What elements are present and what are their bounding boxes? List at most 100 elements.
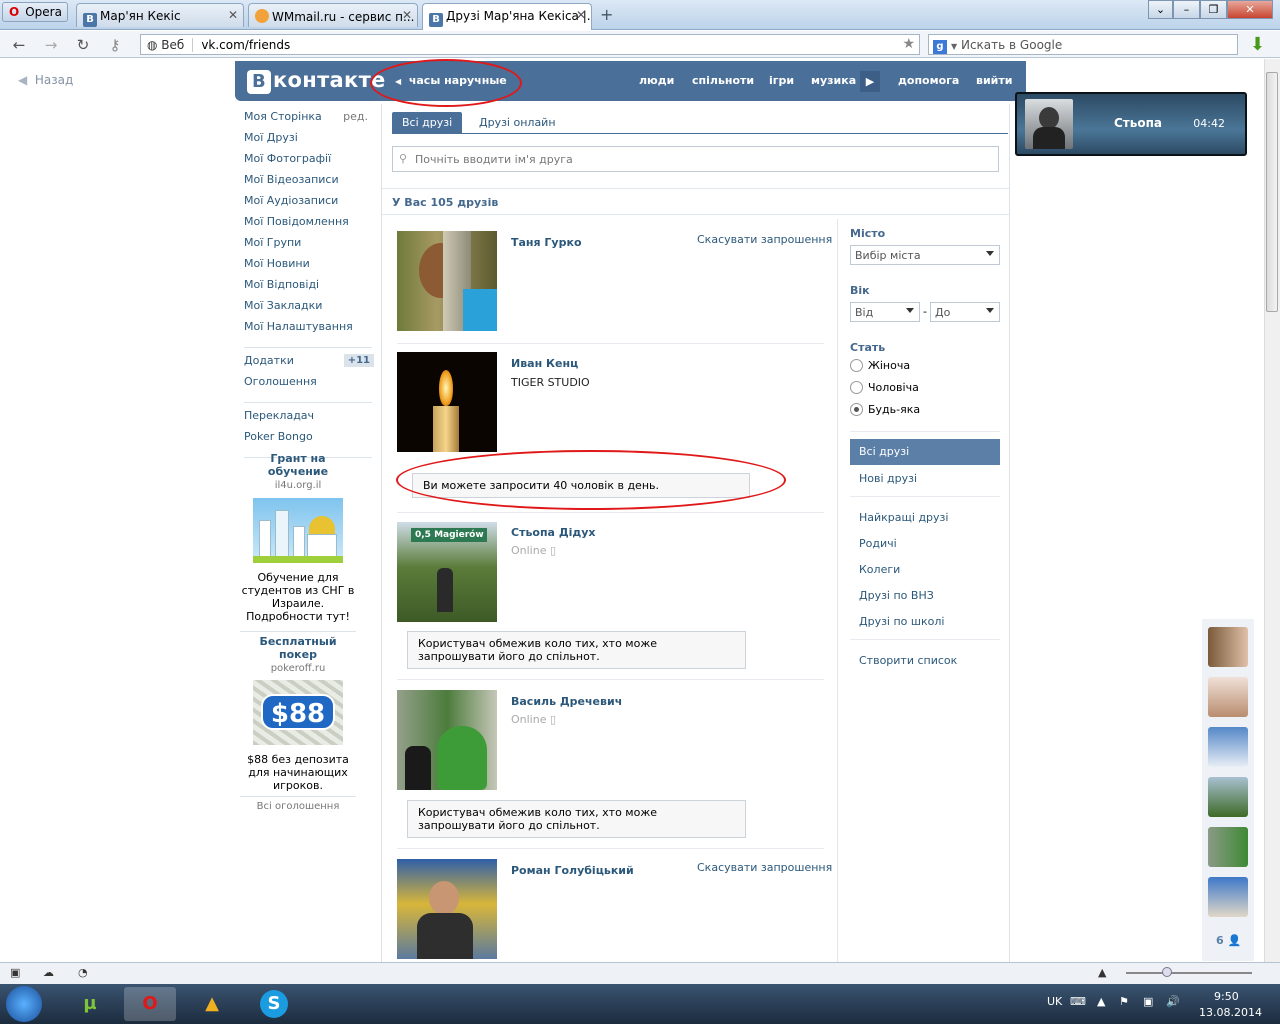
friend-name[interactable]: Роман Голубіцький bbox=[511, 864, 634, 877]
cancel-invite-link[interactable]: Скасувати запрошення bbox=[697, 233, 832, 246]
tab-all-friends[interactable]: Всі друзі bbox=[392, 112, 463, 134]
ad-text[interactable]: Обучение для студентов из СНГ в Израиле.… bbox=[240, 571, 356, 623]
ad-poker[interactable]: Бесплатный покер pokeroff.ru $88 $88 без… bbox=[240, 635, 356, 792]
friend-name[interactable]: Василь Дречевич bbox=[511, 695, 622, 708]
restore-button[interactable]: ❐ bbox=[1200, 0, 1227, 19]
create-list-link[interactable]: Створити список bbox=[859, 654, 957, 667]
start-button[interactable] bbox=[6, 986, 42, 1022]
age-from-select[interactable]: Від bbox=[850, 302, 920, 322]
scrollbar-thumb[interactable] bbox=[1266, 72, 1278, 312]
all-ads-link[interactable]: Всі оголошення bbox=[240, 801, 356, 812]
browser-tab-3[interactable]: В Друзі Мар'яна Кекіса |... ✕ bbox=[422, 3, 592, 30]
nav-help[interactable]: допомога bbox=[898, 74, 959, 87]
list-best-friends[interactable]: Найкращі друзі bbox=[859, 511, 948, 524]
sex-any-radio[interactable]: Будь-яка bbox=[850, 403, 920, 416]
chevron-down-icon[interactable]: ▼ bbox=[951, 42, 957, 51]
menu-poker-bongo[interactable]: Poker Bongo bbox=[244, 430, 374, 451]
list-new-friends[interactable]: Нові друзі bbox=[859, 472, 917, 485]
reload-icon[interactable]: ↻ bbox=[74, 36, 92, 54]
flag-icon[interactable]: ⚑ bbox=[1119, 995, 1129, 1008]
list-relatives[interactable]: Родичі bbox=[859, 537, 897, 550]
menu-translator[interactable]: Перекладач bbox=[244, 409, 374, 430]
keyboard-icon[interactable]: ⌨ bbox=[1070, 995, 1086, 1008]
online-friend-avatar[interactable] bbox=[1208, 777, 1248, 817]
cancel-invite-link[interactable]: Скасувати запрошення bbox=[697, 861, 832, 874]
ad-money-image[interactable]: $88 bbox=[253, 680, 343, 745]
friend-photo[interactable] bbox=[397, 231, 497, 331]
clock-time[interactable]: 9:50 bbox=[1214, 990, 1239, 1003]
age-to-select[interactable]: До bbox=[930, 302, 1000, 322]
city-select[interactable]: Вибір міста bbox=[850, 245, 1000, 265]
back-link[interactable]: ◀ Назад bbox=[18, 73, 73, 87]
tab-list-button[interactable]: ⌄ bbox=[1148, 0, 1173, 19]
nav-communities[interactable]: спільноти bbox=[692, 74, 754, 87]
list-colleagues[interactable]: Колеги bbox=[859, 563, 900, 576]
ad-text[interactable]: $88 без депозита для начинающих игроков. bbox=[240, 753, 356, 792]
view-icon[interactable]: ▲ bbox=[1098, 966, 1106, 979]
browser-tab-2[interactable]: WMmail.ru - сервис п... ✕ bbox=[248, 3, 418, 27]
menu-my-answers[interactable]: Мої Відповіді bbox=[244, 278, 374, 299]
online-notification-popup[interactable]: Стьопа 04:42 bbox=[1015, 92, 1247, 156]
menu-my-photos[interactable]: Мої Фотографії bbox=[244, 152, 374, 173]
tab-friends-online[interactable]: Друзі онлайн bbox=[469, 112, 566, 134]
menu-my-bookmarks[interactable]: Мої Закладки bbox=[244, 299, 374, 320]
nav-more-arrow-icon[interactable]: ▶ bbox=[860, 71, 880, 92]
menu-my-videos[interactable]: Мої Відеозаписи bbox=[244, 173, 374, 194]
menu-my-page[interactable]: Моя Сторінка ред. bbox=[244, 110, 374, 131]
menu-my-friends[interactable]: Мої Друзі bbox=[244, 131, 374, 152]
address-bar[interactable]: ◍ Веб vk.com/friends ★ bbox=[140, 34, 920, 55]
browser-tab-1[interactable]: В Мар'ян Кекіс ✕ bbox=[76, 3, 244, 27]
minimize-button[interactable]: – bbox=[1173, 0, 1200, 19]
menu-my-news[interactable]: Мої Новини bbox=[244, 257, 374, 278]
list-school-friends[interactable]: Друзі по школі bbox=[859, 615, 944, 628]
edit-link[interactable]: ред. bbox=[343, 110, 368, 123]
online-friend-avatar[interactable] bbox=[1208, 827, 1248, 867]
bookmark-star-icon[interactable]: ★ bbox=[902, 36, 915, 52]
back-arrow-icon[interactable]: ← bbox=[10, 36, 28, 54]
close-tab-icon[interactable]: ✕ bbox=[402, 8, 412, 22]
volume-icon[interactable]: 🔊 bbox=[1166, 995, 1180, 1008]
ad-title[interactable]: Грант на обучение bbox=[240, 452, 356, 478]
online-friend-avatar[interactable] bbox=[1208, 877, 1248, 917]
friend-name[interactable]: Иван Кенц bbox=[511, 357, 578, 370]
clock-date[interactable]: 13.08.2014 bbox=[1199, 1006, 1262, 1019]
online-friend-avatar[interactable] bbox=[1208, 627, 1248, 667]
friend-name[interactable]: Стьопа Дідух bbox=[511, 526, 596, 539]
utorrent-icon[interactable]: µ bbox=[64, 987, 116, 1021]
nav-games[interactable]: ігри bbox=[769, 74, 794, 87]
menu-my-messages[interactable]: Мої Повідомлення bbox=[244, 215, 374, 236]
list-university-friends[interactable]: Друзі по ВНЗ bbox=[859, 589, 934, 602]
download-icon[interactable]: ⬇ bbox=[1250, 34, 1265, 55]
sex-female-radio[interactable]: Жіноча bbox=[850, 359, 910, 372]
forward-arrow-icon[interactable]: → bbox=[42, 36, 60, 54]
menu-my-groups[interactable]: Мої Групи bbox=[244, 236, 374, 257]
list-all-friends[interactable]: Всі друзі bbox=[850, 439, 1000, 465]
nav-music[interactable]: музика bbox=[811, 74, 856, 87]
key-icon[interactable]: ⚷ bbox=[106, 36, 124, 54]
close-tab-icon[interactable]: ✕ bbox=[576, 8, 586, 22]
ad-title[interactable]: Бесплатный покер bbox=[240, 635, 356, 661]
panel-toggle-icon[interactable]: ▣ bbox=[10, 966, 20, 979]
ad-city-image[interactable] bbox=[253, 498, 343, 563]
close-window-button[interactable]: ✕ bbox=[1227, 0, 1273, 19]
friend-photo[interactable] bbox=[397, 859, 497, 959]
menu-my-audio[interactable]: Мої Аудіозаписи bbox=[244, 194, 374, 215]
opera-taskbar-icon[interactable]: O bbox=[124, 987, 176, 1021]
aimp-icon[interactable]: ▲ bbox=[186, 987, 238, 1021]
skype-icon[interactable]: S bbox=[248, 987, 300, 1021]
online-friend-avatar[interactable] bbox=[1208, 727, 1248, 767]
menu-ads[interactable]: Оголошення bbox=[244, 375, 374, 396]
menu-apps[interactable]: Додатки +11 bbox=[244, 354, 374, 375]
nav-people[interactable]: люди bbox=[639, 74, 674, 87]
friend-name[interactable]: Таня Гурко bbox=[511, 236, 582, 249]
friend-photo[interactable] bbox=[397, 690, 497, 790]
menu-my-settings[interactable]: Мої Налаштування bbox=[244, 320, 374, 341]
ad-grant[interactable]: Грант на обучение il4u.org.il Обучение д… bbox=[240, 452, 356, 623]
zoom-slider[interactable] bbox=[1126, 972, 1252, 974]
language-indicator[interactable]: UK bbox=[1047, 995, 1062, 1008]
friend-photo[interactable]: 0,5 Magierów bbox=[397, 522, 497, 622]
vk-logo[interactable]: Вконтакте bbox=[247, 68, 386, 94]
network-icon[interactable]: ▣ bbox=[1143, 995, 1153, 1008]
nav-logout[interactable]: вийти bbox=[976, 74, 1012, 87]
friend-search-input[interactable]: ⚲ Почніть вводити ім'я друга bbox=[392, 146, 999, 172]
